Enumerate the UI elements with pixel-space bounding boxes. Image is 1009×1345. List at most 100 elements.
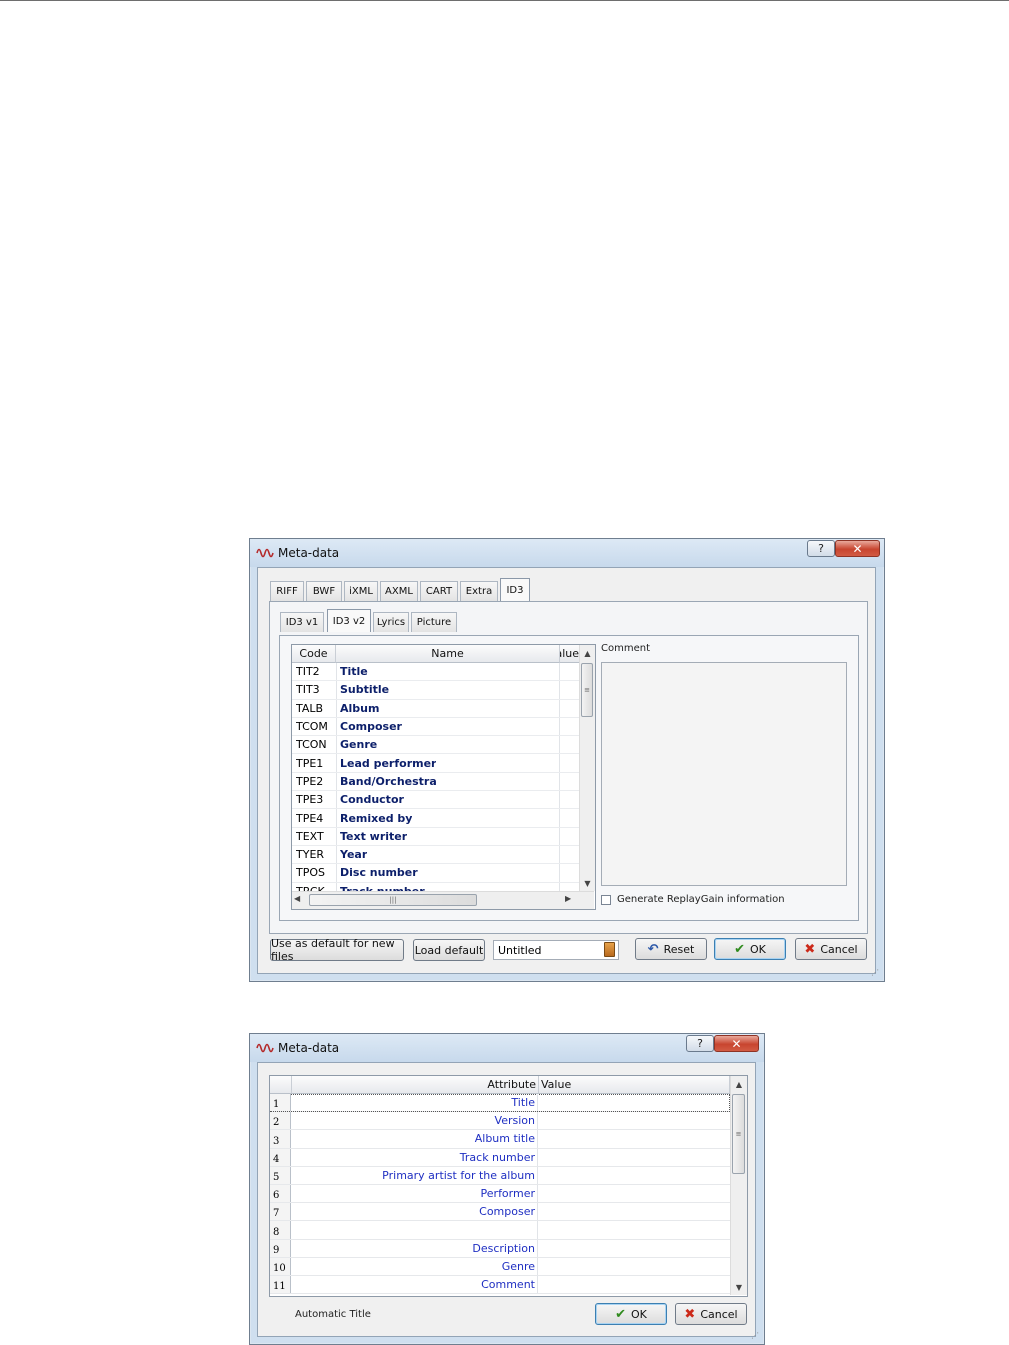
table-row[interactable]: TRCK Track number [292, 883, 580, 891]
reset-button[interactable]: ↶ Reset [635, 938, 707, 960]
name-cell: Lead performer [340, 756, 437, 770]
table-row[interactable]: TALB Album [292, 700, 580, 718]
cancel-button[interactable]: ✖ Cancel [675, 1303, 747, 1325]
row-number: 9 [270, 1239, 291, 1257]
table-row[interactable]: 9 Description [270, 1239, 730, 1258]
waveform-icon [256, 548, 274, 558]
tab-ixml[interactable]: iXML [344, 581, 378, 601]
scroll-right-arrow-icon[interactable]: ▶ [565, 894, 571, 903]
use-as-default-button[interactable]: Use as default for new files [270, 937, 404, 963]
name-cell: Subtitle [340, 683, 390, 697]
name-cell: Band/Orchestra [340, 774, 437, 788]
close-button[interactable]: ✕ [714, 1035, 759, 1052]
tab-label: RIFF [276, 586, 298, 597]
table-row[interactable]: TYER Year [292, 846, 580, 865]
resize-grip-icon[interactable]: ⋰ [871, 968, 881, 978]
grid-horizontal-scrollbar[interactable]: ◀ ||| ▶ [292, 891, 594, 909]
table-row[interactable]: TCON Genre [292, 736, 580, 755]
name-cell: Composer [340, 720, 402, 734]
column-header-value[interactable]: Value [539, 1076, 730, 1094]
scroll-thumb[interactable]: ≡ [732, 1094, 745, 1174]
cancel-icon: ✖ [804, 941, 816, 957]
load-default-button[interactable]: Load default [413, 939, 485, 961]
scroll-left-arrow-icon[interactable]: ◀ [294, 894, 300, 903]
button-label: Reset [663, 942, 695, 956]
scroll-up-arrow-icon[interactable]: ▲ [731, 1076, 747, 1092]
grid-vertical-scrollbar[interactable]: ▲ ≡ ▼ [730, 1076, 747, 1295]
table-row[interactable]: TPOS Disc number [292, 864, 580, 883]
name-cell: Disc number [340, 866, 418, 880]
grid-body: TIT2 Title TIT3 Subtitle TALB Album TCOM Com… [292, 663, 580, 891]
table-row[interactable]: TPE1 Lead performer [292, 755, 580, 773]
button-label: Cancel [820, 942, 858, 956]
header-label: Name [431, 647, 464, 660]
page-top-rule [0, 0, 1009, 1]
grid-vertical-scrollbar[interactable]: ▲ ≡ ▼ [579, 645, 595, 891]
comment-textarea[interactable] [601, 662, 847, 886]
horizontal-scroll-thumb[interactable]: ||| [309, 894, 477, 906]
column-header-code[interactable]: Code [292, 645, 336, 663]
tab-riff[interactable]: RIFF [270, 581, 304, 601]
metadata-dialog-id3: Meta-data ? ✕ RIFF BWF iXML AXML CART Ex… [249, 538, 885, 982]
tab-axml[interactable]: AXML [380, 581, 418, 601]
table-row[interactable]: 4 Track number [270, 1148, 730, 1167]
column-header-attribute[interactable]: Attribute [292, 1076, 539, 1094]
close-button[interactable]: ✕ [835, 540, 880, 557]
attribute-cell: Genre [292, 1257, 538, 1275]
preset-name-input[interactable]: Untitled [493, 940, 619, 960]
button-label: Load default [414, 943, 484, 957]
table-row[interactable]: 3 Album title [270, 1130, 730, 1149]
tab-cart[interactable]: CART [420, 581, 458, 601]
table-row[interactable]: 5 Primary artist for the album [270, 1166, 730, 1185]
code-cell: TALB [296, 701, 324, 715]
dialog-title: Meta-data [278, 546, 340, 560]
table-row[interactable]: 7 Composer [270, 1203, 730, 1222]
ok-button[interactable]: ✔ OK [595, 1303, 667, 1325]
replaygain-checkbox[interactable] [601, 895, 611, 905]
tab-extra[interactable]: Extra [460, 581, 498, 601]
scroll-up-arrow-icon[interactable]: ▲ [580, 645, 595, 661]
ok-button[interactable]: ✔ OK [714, 938, 786, 960]
attributes-grid: Attribute Value 1 Title 2 Version 3 Album t… [269, 1075, 748, 1297]
table-row[interactable]: TPE4 Remixed by [292, 809, 580, 828]
code-cell: TPE1 [296, 756, 324, 770]
title-bar[interactable]: Meta-data ? ✕ [250, 539, 884, 567]
column-header-value[interactable]: Value [560, 645, 580, 663]
table-row[interactable]: TPE2 Band/Orchestra [292, 773, 580, 792]
table-row[interactable]: 10 Genre [270, 1257, 730, 1276]
preset-folder-icon[interactable] [604, 942, 615, 957]
table-row[interactable]: TIT3 Subtitle [292, 681, 580, 700]
column-header-name[interactable]: Name [336, 645, 560, 663]
table-row[interactable]: 6 Performer [270, 1185, 730, 1204]
row-number: 5 [270, 1166, 291, 1184]
table-row[interactable]: TEXT Text writer [292, 828, 580, 846]
scroll-thumb[interactable]: ≡ [581, 663, 593, 717]
name-cell: Title [340, 665, 368, 679]
table-row[interactable]: TCOM Composer [292, 718, 580, 737]
subtab-lyrics[interactable]: Lyrics [373, 612, 409, 632]
check-icon: ✔ [734, 941, 746, 957]
table-row[interactable]: TIT2 Title [292, 663, 580, 682]
table-row[interactable]: 1 Title [270, 1094, 730, 1113]
cancel-button[interactable]: ✖ Cancel [795, 938, 867, 960]
scroll-down-arrow-icon[interactable]: ▼ [580, 875, 595, 891]
code-cell: TCOM [296, 720, 328, 734]
code-cell: TRCK [296, 883, 325, 891]
scroll-down-arrow-icon[interactable]: ▼ [731, 1279, 747, 1295]
table-row[interactable]: TPE3 Conductor [292, 791, 580, 810]
replaygain-label: Generate ReplayGain information [617, 894, 785, 905]
tab-id3[interactable]: ID3 [500, 578, 530, 601]
subtab-picture[interactable]: Picture [411, 612, 457, 632]
subtab-id3-v2[interactable]: ID3 v2 [327, 609, 371, 632]
title-bar[interactable]: Meta-data ? ✕ [250, 1034, 764, 1062]
help-button[interactable]: ? [807, 540, 835, 557]
help-button[interactable]: ? [686, 1035, 714, 1052]
table-row[interactable]: 8 [270, 1221, 730, 1240]
table-row[interactable]: 11 Comment [270, 1276, 730, 1295]
dialog-title: Meta-data [278, 1041, 340, 1055]
button-label: Use as default for new files [271, 937, 395, 963]
subtab-id3-v1[interactable]: ID3 v1 [280, 612, 324, 632]
tab-bwf[interactable]: BWF [306, 581, 342, 601]
resize-grip-icon[interactable]: ⋰ [751, 1331, 761, 1341]
table-row[interactable]: 2 Version [270, 1112, 730, 1131]
